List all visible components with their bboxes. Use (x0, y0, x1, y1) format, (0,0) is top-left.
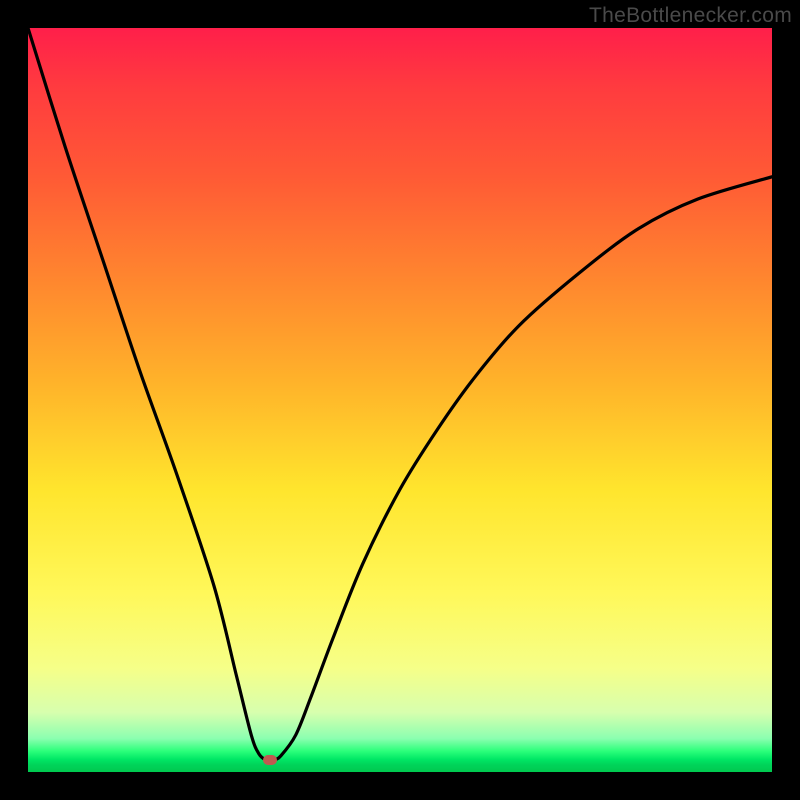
chart-frame: TheBottlenecker.com (0, 0, 800, 800)
plot-area (28, 28, 772, 772)
watermark-text: TheBottlenecker.com (589, 4, 792, 28)
minimum-marker (263, 755, 277, 765)
bottleneck-curve (28, 28, 772, 772)
